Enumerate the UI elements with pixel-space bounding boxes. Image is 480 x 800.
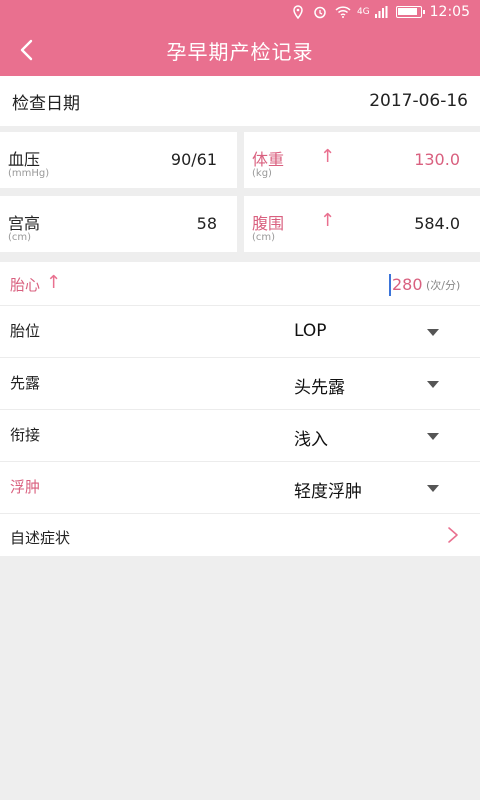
title-bar: 孕早期产检记录 xyxy=(0,24,480,76)
arrow-up-icon: ↑ xyxy=(320,210,336,231)
edema-value: 轻度浮肿 xyxy=(294,482,362,502)
arrow-up-icon: ↑ xyxy=(320,146,336,167)
engagement-label: 衔接 xyxy=(10,426,41,444)
wifi-icon xyxy=(335,5,351,19)
weight-label: 体重 xyxy=(252,150,285,169)
symptoms-row[interactable]: 自述症状 xyxy=(0,514,480,556)
edema-label: 浮肿 xyxy=(10,478,41,496)
page-title: 孕早期产检记录 xyxy=(166,39,314,64)
fetal-heart-input[interactable]: 280 xyxy=(389,274,423,296)
chevron-right-icon xyxy=(448,527,458,543)
weight-card[interactable]: 体重 (kg) ↑ 130.0 xyxy=(244,132,480,188)
engagement-value: 浅入 xyxy=(294,430,328,450)
blood-pressure-value: 90/61 xyxy=(170,150,217,169)
fetal-heart-unit: (次/分) xyxy=(426,279,461,292)
presentation-label: 先露 xyxy=(10,374,41,392)
edema-row[interactable]: 浮肿 轻度浮肿 xyxy=(0,462,480,514)
exam-date-row[interactable]: 检查日期 2017-06-16 xyxy=(0,76,480,126)
location-icon xyxy=(291,5,305,20)
battery-icon xyxy=(395,6,425,18)
dropdown-arrow-icon[interactable] xyxy=(427,485,439,492)
dropdown-arrow-icon[interactable] xyxy=(427,433,439,440)
status-time: 12:05 xyxy=(429,4,470,20)
weight-value: 130.0 xyxy=(414,150,460,169)
blood-pressure-card[interactable]: 血压 (mmHg) 90/61 xyxy=(0,132,237,188)
exam-date-value: 2017-06-16 xyxy=(369,91,468,111)
alarm-icon xyxy=(313,5,327,19)
dropdown-arrow-icon[interactable] xyxy=(427,381,439,388)
abdominal-circumference-card[interactable]: 腹围 (cm) ↑ 584.0 xyxy=(244,196,480,252)
signal-icon xyxy=(374,5,388,19)
abdominal-circumference-unit: (cm) xyxy=(252,232,276,243)
fetal-position-row[interactable]: 胎位 LOP xyxy=(0,306,480,358)
fetal-position-value: LOP xyxy=(294,321,327,341)
status-bar: 4G 12:05 xyxy=(0,0,480,24)
blood-pressure-label: 血压 xyxy=(8,150,41,169)
weight-unit: (kg) xyxy=(252,168,272,179)
fetal-heart-label: 胎心 xyxy=(10,276,41,294)
exam-detail-list: 胎心 ↑ 280 (次/分) 胎位 LOP 先露 头先露 衔接 浅入 浮肿 轻度… xyxy=(0,262,480,556)
back-button[interactable] xyxy=(12,36,40,64)
fundal-height-card[interactable]: 宫高 (cm) 58 xyxy=(0,196,237,252)
fetal-heart-row: 胎心 ↑ 280 (次/分) xyxy=(0,262,480,306)
engagement-row[interactable]: 衔接 浅入 xyxy=(0,410,480,462)
chevron-left-icon xyxy=(20,39,33,61)
abdominal-circumference-label: 腹围 xyxy=(252,214,285,233)
symptoms-label: 自述症状 xyxy=(10,529,71,547)
fundal-height-value: 58 xyxy=(196,214,217,233)
network-type: 4G xyxy=(356,7,370,17)
arrow-up-icon: ↑ xyxy=(46,272,62,293)
exam-date-label: 检查日期 xyxy=(12,93,80,114)
presentation-row[interactable]: 先露 头先露 xyxy=(0,358,480,410)
dropdown-arrow-icon[interactable] xyxy=(427,329,439,336)
presentation-value: 头先露 xyxy=(294,378,345,398)
fundal-height-label: 宫高 xyxy=(8,214,41,233)
fundal-height-unit: (cm) xyxy=(8,232,32,243)
blood-pressure-unit: (mmHg) xyxy=(8,168,50,179)
abdominal-circumference-value: 584.0 xyxy=(414,214,460,233)
fetal-position-label: 胎位 xyxy=(10,322,41,340)
